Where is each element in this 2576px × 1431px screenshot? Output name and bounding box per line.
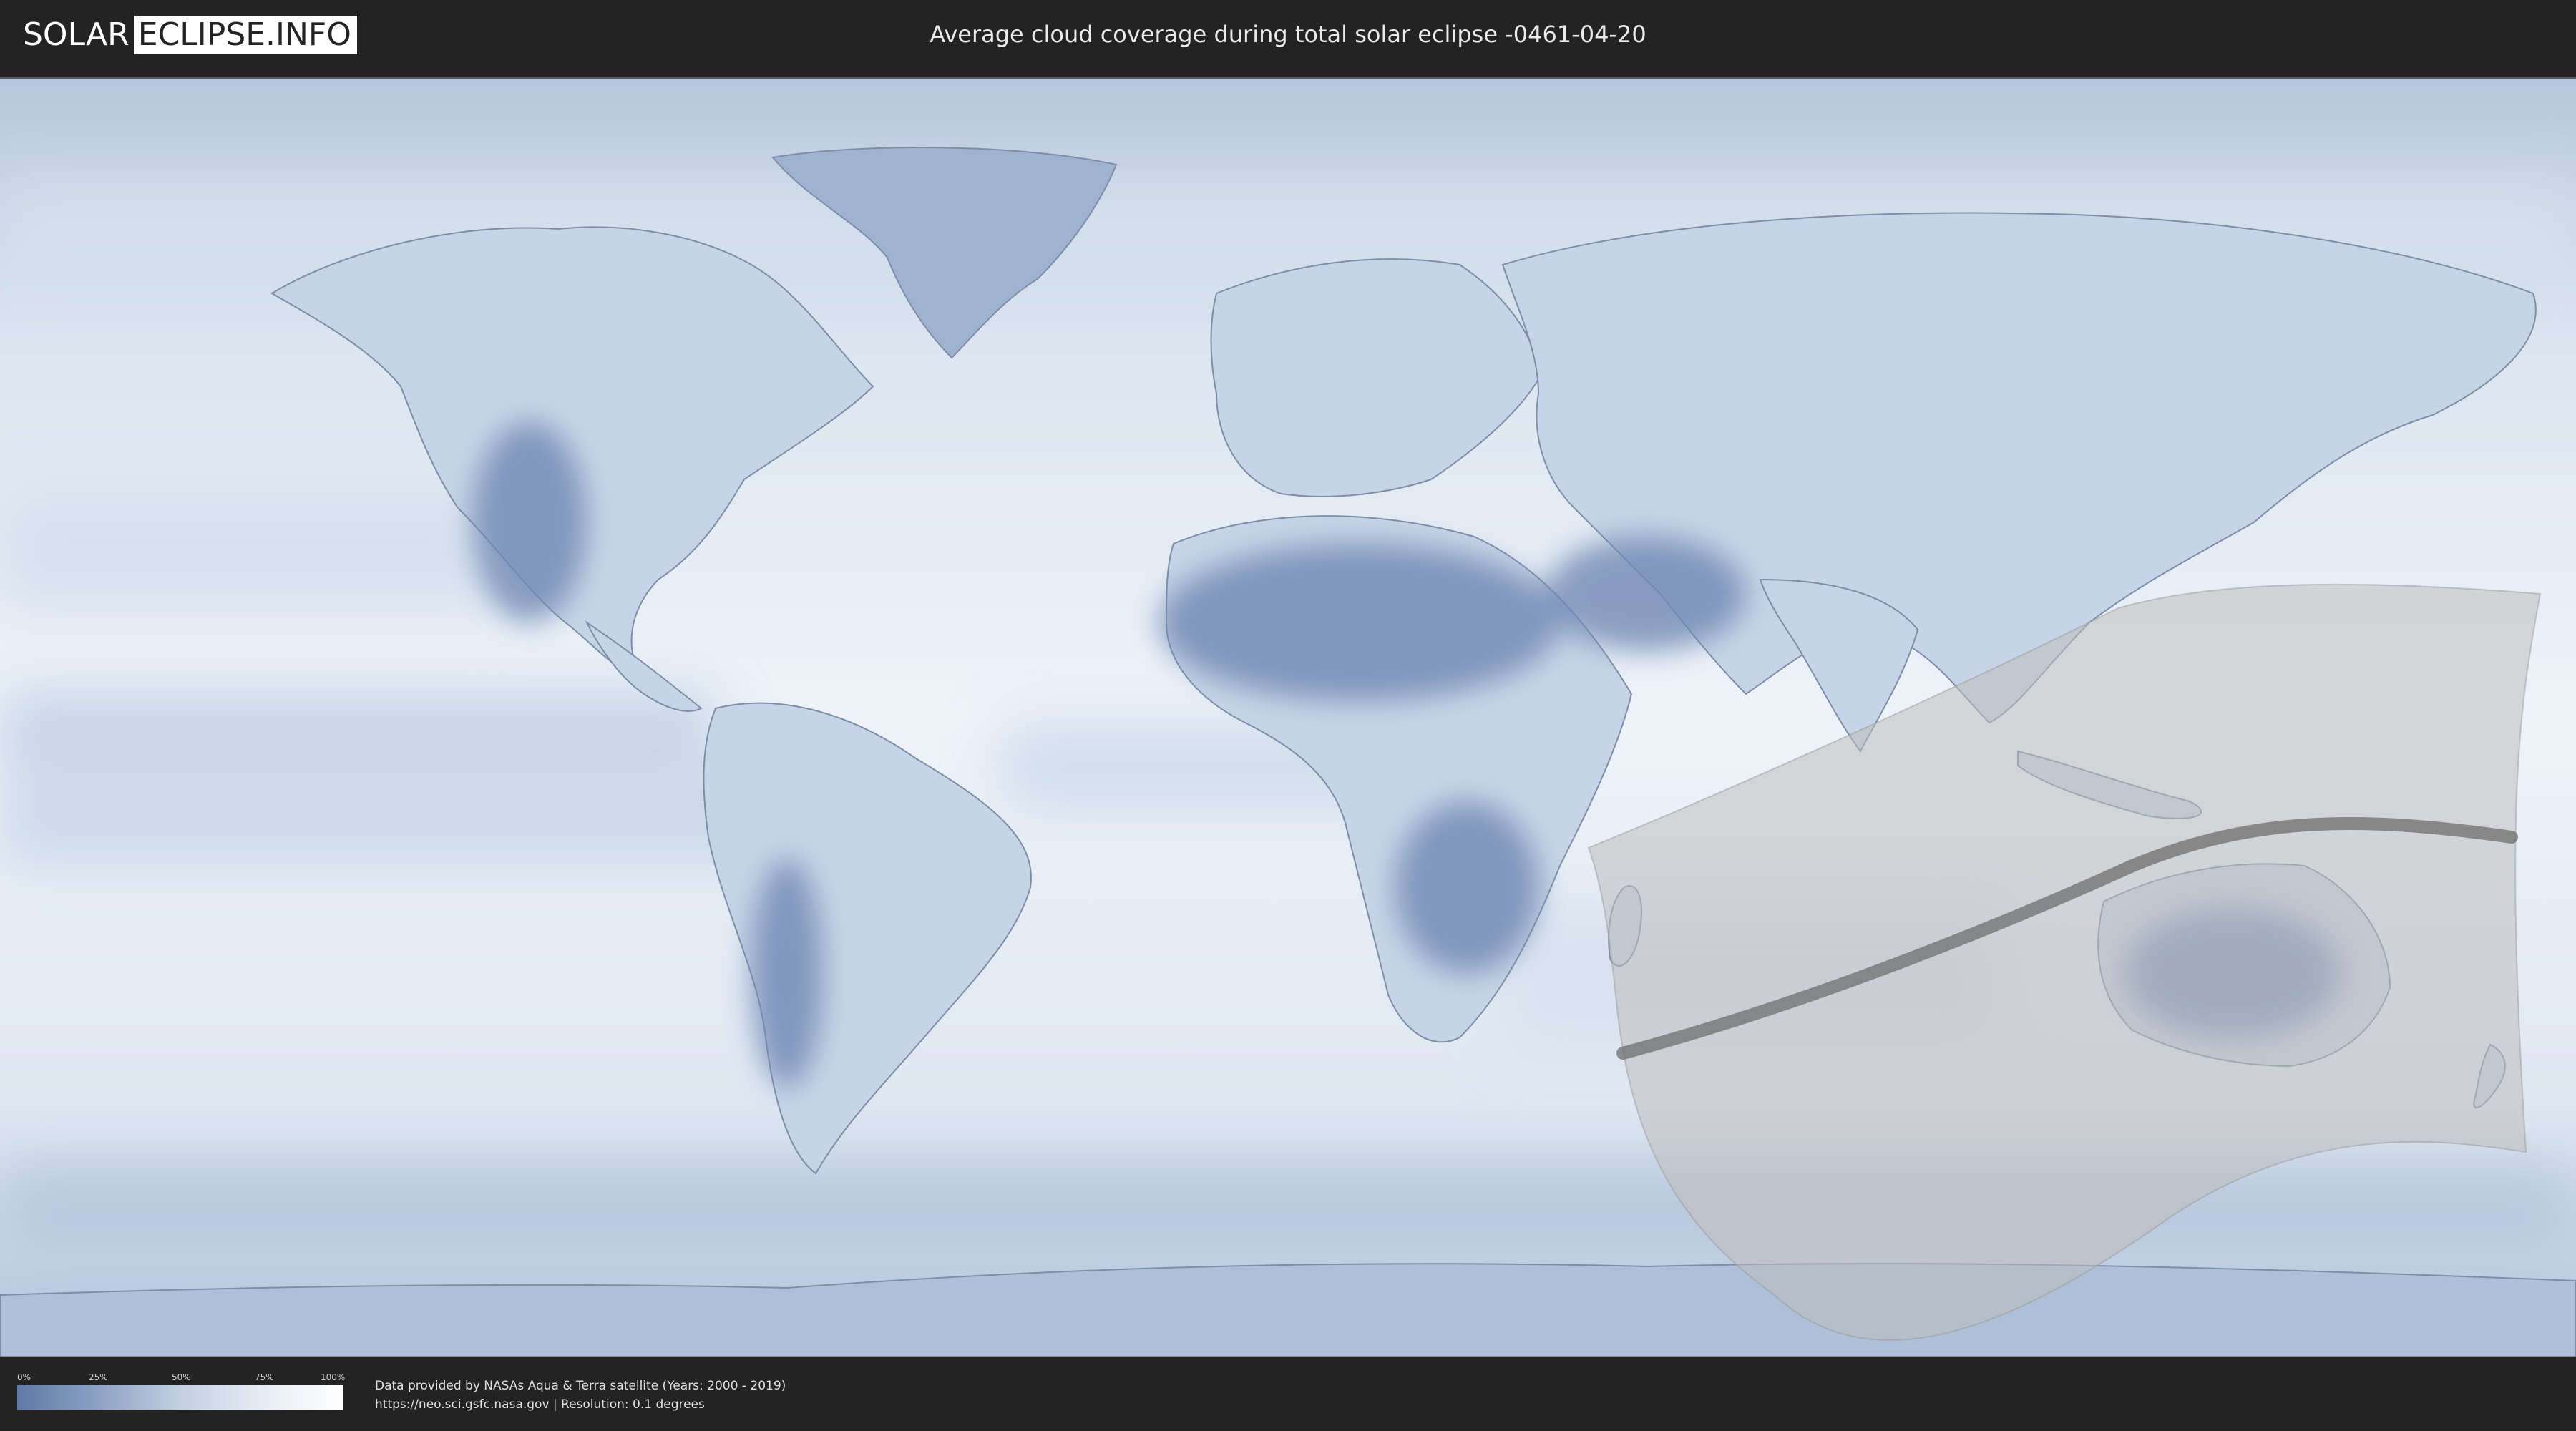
- legend-tick-25: 25%: [89, 1372, 108, 1382]
- page-title: Average cloud coverage during total sola…: [930, 21, 1646, 48]
- legend-color-bar: [17, 1385, 343, 1410]
- cloud-legend: 0% 25% 50% 75% 100%: [17, 1372, 346, 1415]
- legend-ticks: 0% 25% 50% 75% 100%: [17, 1372, 346, 1384]
- legend-tick-75: 75%: [255, 1372, 274, 1382]
- header-bar: SOLAR ECLIPSE.INFO Average cloud coverag…: [0, 0, 2576, 72]
- legend-tick-0: 0%: [17, 1372, 31, 1382]
- footer-bar: 0% 25% 50% 75% 100% Data provided by NAS…: [0, 1357, 2576, 1431]
- legend-tick-50: 50%: [172, 1372, 191, 1382]
- world-map-svg: [0, 79, 2576, 1357]
- credit-line-2: https://neo.sci.gsfc.nasa.gov | Resoluti…: [375, 1397, 705, 1412]
- legend-tick-100: 100%: [321, 1372, 346, 1382]
- credit-line-1: Data provided by NASAs Aqua & Terra sate…: [375, 1379, 786, 1393]
- cloud-coverage-map: [0, 77, 2576, 1357]
- data-credits: Data provided by NASAs Aqua & Terra sate…: [375, 1377, 786, 1414]
